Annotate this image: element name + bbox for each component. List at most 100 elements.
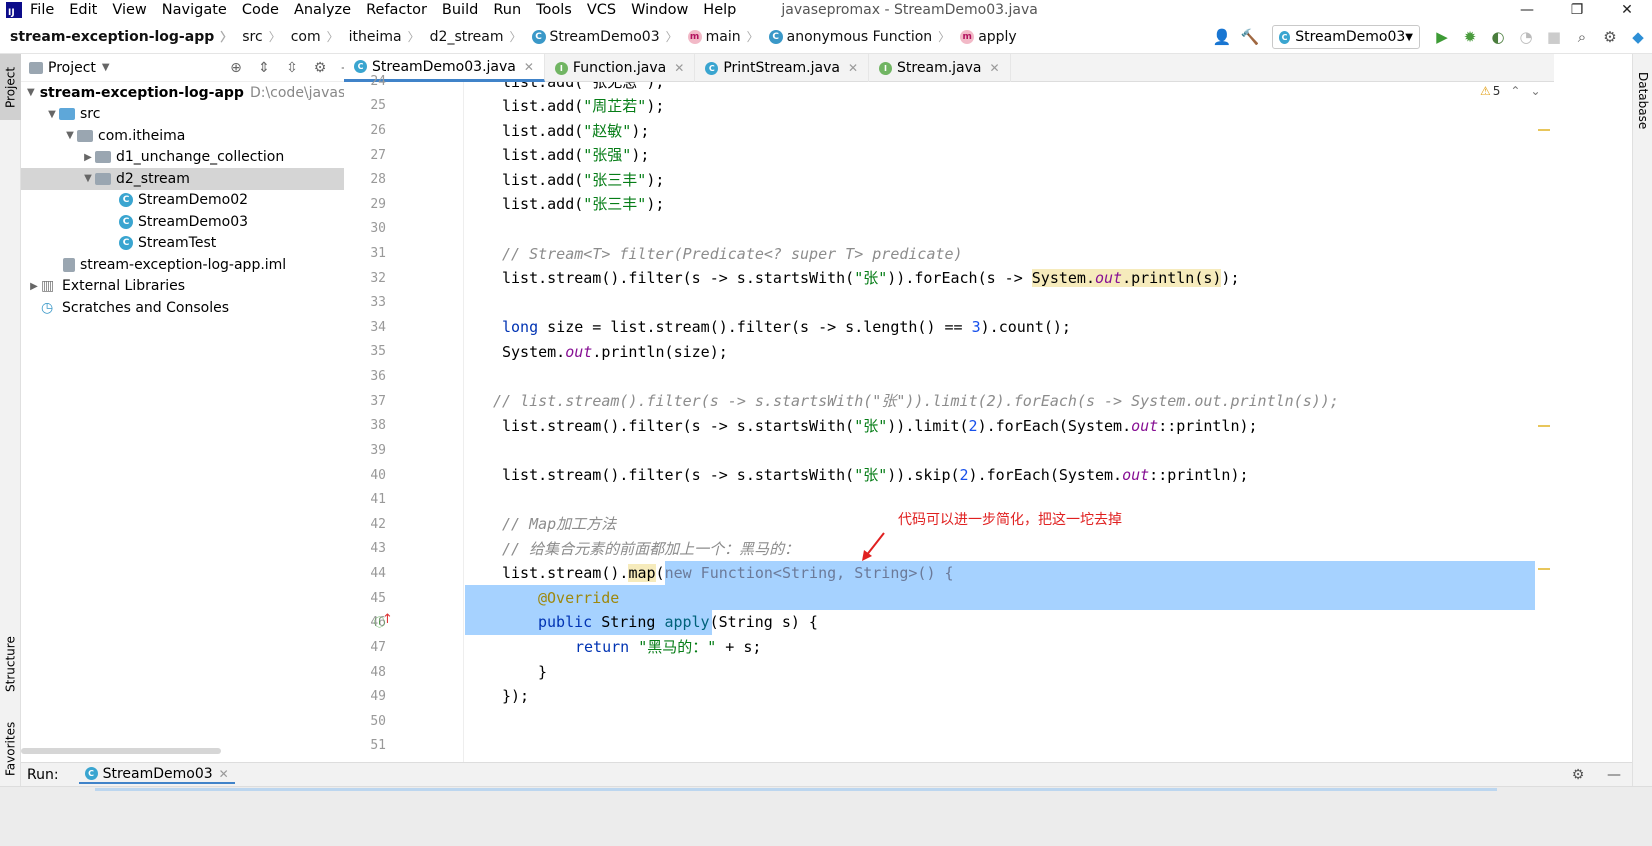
class-icon: C (705, 61, 719, 75)
toolbar-right: 👤 🔨 C StreamDemo03 ▼ ▶ ✹ ◐ ◔ ■ ⌕ ⚙ ◆ (1208, 20, 1652, 54)
menu-code[interactable]: Code (242, 2, 279, 18)
settings-gear-icon[interactable]: ⚙ (1596, 23, 1624, 51)
gear-icon[interactable]: ⚙ (306, 60, 334, 76)
close-icon[interactable]: ✕ (1602, 0, 1652, 20)
jetbrains-toolbox-icon[interactable]: ◆ (1624, 23, 1652, 51)
menu-window[interactable]: Window (631, 2, 688, 18)
debug-icon[interactable]: ✹ (1456, 23, 1484, 51)
breadcrumb-apply[interactable]: m apply (960, 29, 1017, 45)
breadcrumb-project-label: stream-exception-log-app (10, 28, 215, 45)
project-panel-title[interactable]: Project (48, 60, 96, 76)
code-editor[interactable]: list.add("张无忌"); list.add("周芷若"); list.a… (465, 82, 1535, 762)
tree-item-scratches[interactable]: ◷ Scratches and Consoles (21, 297, 362, 319)
hide-icon[interactable]: — (1596, 767, 1632, 783)
code-line-32: list.stream().filter(s -> s.startsWith("… (502, 266, 1535, 291)
breadcrumb-com[interactable]: com 〉 (291, 28, 339, 45)
menu-refactor[interactable]: Refactor (366, 2, 427, 18)
profile-icon[interactable]: ◔ (1512, 23, 1540, 51)
close-icon[interactable]: ✕ (524, 60, 534, 74)
locate-icon[interactable]: ⊕ (222, 60, 250, 76)
horizontal-scrollbar[interactable] (95, 788, 1497, 791)
run-icon[interactable]: ▶ (1428, 23, 1456, 51)
menu-edit[interactable]: Edit (69, 2, 97, 18)
chevron-up-icon[interactable]: ⌃ (1510, 84, 1520, 98)
breadcrumb-src[interactable]: src 〉 (242, 28, 280, 45)
coverage-icon[interactable]: ◐ (1484, 23, 1512, 51)
editor-gutter[interactable]: 24 25 26 27 28 29 30 31 32 33 34 35 36 3… (344, 74, 464, 762)
menu-run[interactable]: Run (493, 2, 521, 18)
menu-help[interactable]: Help (703, 2, 736, 18)
iml-file-icon (63, 257, 75, 272)
gear-icon[interactable]: ⚙ (1560, 767, 1596, 783)
code-line-47: return "黑马的：" + s; (575, 635, 1535, 660)
breadcrumb-package[interactable]: d2_stream 〉 (430, 28, 522, 45)
run-tab-label: StreamDemo03 (102, 765, 213, 782)
tree-item-package[interactable]: ▼ com.itheima (21, 125, 362, 147)
tree-item-folder1[interactable]: ▶ d1_unchange_collection (21, 147, 362, 169)
tree-item-root[interactable]: ▼ stream-exception-log-app D:\code\javas… (21, 82, 377, 104)
chevron-down-icon[interactable]: ▼ (102, 62, 110, 73)
menu-file[interactable]: File (30, 2, 54, 18)
breadcrumb-itheima[interactable]: itheima 〉 (349, 28, 420, 45)
tree-item-external-libraries[interactable]: ▶ ▥ External Libraries (21, 276, 362, 298)
favorites-tool-tab[interactable]: Favorites (0, 714, 21, 784)
string-literal: "周芷若" (583, 97, 647, 115)
collapse-all-icon[interactable]: ⇳ (278, 60, 306, 76)
tree-item-src[interactable]: ▼ src (21, 104, 362, 126)
menu-analyze[interactable]: Analyze (294, 2, 351, 18)
line-number: 30 (370, 221, 386, 236)
project-tool-tab[interactable]: Project (0, 54, 21, 120)
line-number: 34 (370, 320, 386, 335)
code-text: list.add( (502, 146, 584, 164)
inspection-widget[interactable]: ⚠ 5 ⌃ ⌄ (1480, 84, 1541, 98)
class-icon: C (119, 214, 133, 229)
menu-tools[interactable]: Tools (536, 2, 572, 18)
run-tab[interactable]: C StreamDemo03 ✕ (78, 765, 235, 784)
build-hammer-icon[interactable]: 🔨 (1236, 23, 1264, 51)
structure-tool-tab[interactable]: Structure (0, 629, 21, 699)
user-icon[interactable]: 👤 (1208, 23, 1236, 51)
line-number: 28 (370, 172, 386, 187)
line-number: 25 (370, 98, 386, 113)
anonymous-class-icon: C (768, 29, 783, 44)
source-folder-icon (59, 108, 75, 121)
tab-function[interactable]: I Function.java ✕ (545, 54, 696, 82)
breadcrumb-anon[interactable]: Canonymous Function 〉 (768, 28, 950, 45)
close-icon[interactable]: ✕ (848, 61, 858, 75)
line-number: 33 (370, 295, 386, 310)
breadcrumb-class[interactable]: C StreamDemo03 〉 (531, 28, 678, 45)
menu-build[interactable]: Build (442, 2, 478, 18)
expand-all-icon[interactable]: ⇕ (250, 60, 278, 76)
menu-vcs[interactable]: VCS (587, 2, 616, 18)
tab-printstream[interactable]: C PrintStream.java ✕ (695, 54, 870, 82)
breadcrumb-method[interactable]: m main 〉 (687, 28, 759, 45)
run-config-select[interactable]: C StreamDemo03 ▼ (1272, 25, 1420, 49)
stop-icon[interactable]: ■ (1540, 23, 1568, 51)
search-icon[interactable]: ⌕ (1568, 23, 1596, 51)
tab-stream[interactable]: I Stream.java ✕ (869, 54, 1011, 82)
tree-item-file3[interactable]: C StreamTest (21, 233, 362, 255)
horizontal-scrollbar[interactable] (21, 748, 221, 754)
tree-item-file2[interactable]: C StreamDemo03 (21, 211, 362, 233)
tree-item-folder2[interactable]: ▼ d2_stream (21, 168, 362, 190)
class-icon: C (1279, 30, 1291, 44)
close-icon[interactable]: ✕ (989, 61, 999, 75)
tree-item-iml[interactable]: stream-exception-log-app.iml (21, 254, 362, 276)
close-icon[interactable]: ✕ (219, 767, 229, 781)
tree-item-file1[interactable]: C StreamDemo02 (21, 190, 362, 212)
line-number: 51 (370, 738, 386, 753)
database-tool-tab[interactable]: Database (1636, 72, 1650, 129)
code-text: list.stream().filter(s -> s.startsWith( (502, 466, 855, 484)
override-arrow-icon[interactable]: ↑ (382, 612, 393, 627)
close-icon[interactable]: ✕ (674, 61, 684, 75)
code-text: ); (646, 195, 665, 213)
code-text: (String s) { (709, 613, 818, 631)
minimize-icon[interactable]: — (1502, 0, 1552, 20)
breadcrumb-apply-label: apply (978, 28, 1017, 45)
editor-scrollbar[interactable] (1538, 82, 1552, 762)
restore-icon[interactable]: ❐ (1552, 0, 1602, 20)
breadcrumb-project[interactable]: stream-exception-log-app 〉 (10, 28, 232, 45)
chevron-right-icon: 〉 (268, 30, 281, 44)
menu-view[interactable]: View (112, 2, 146, 18)
menu-navigate[interactable]: Navigate (162, 2, 227, 18)
